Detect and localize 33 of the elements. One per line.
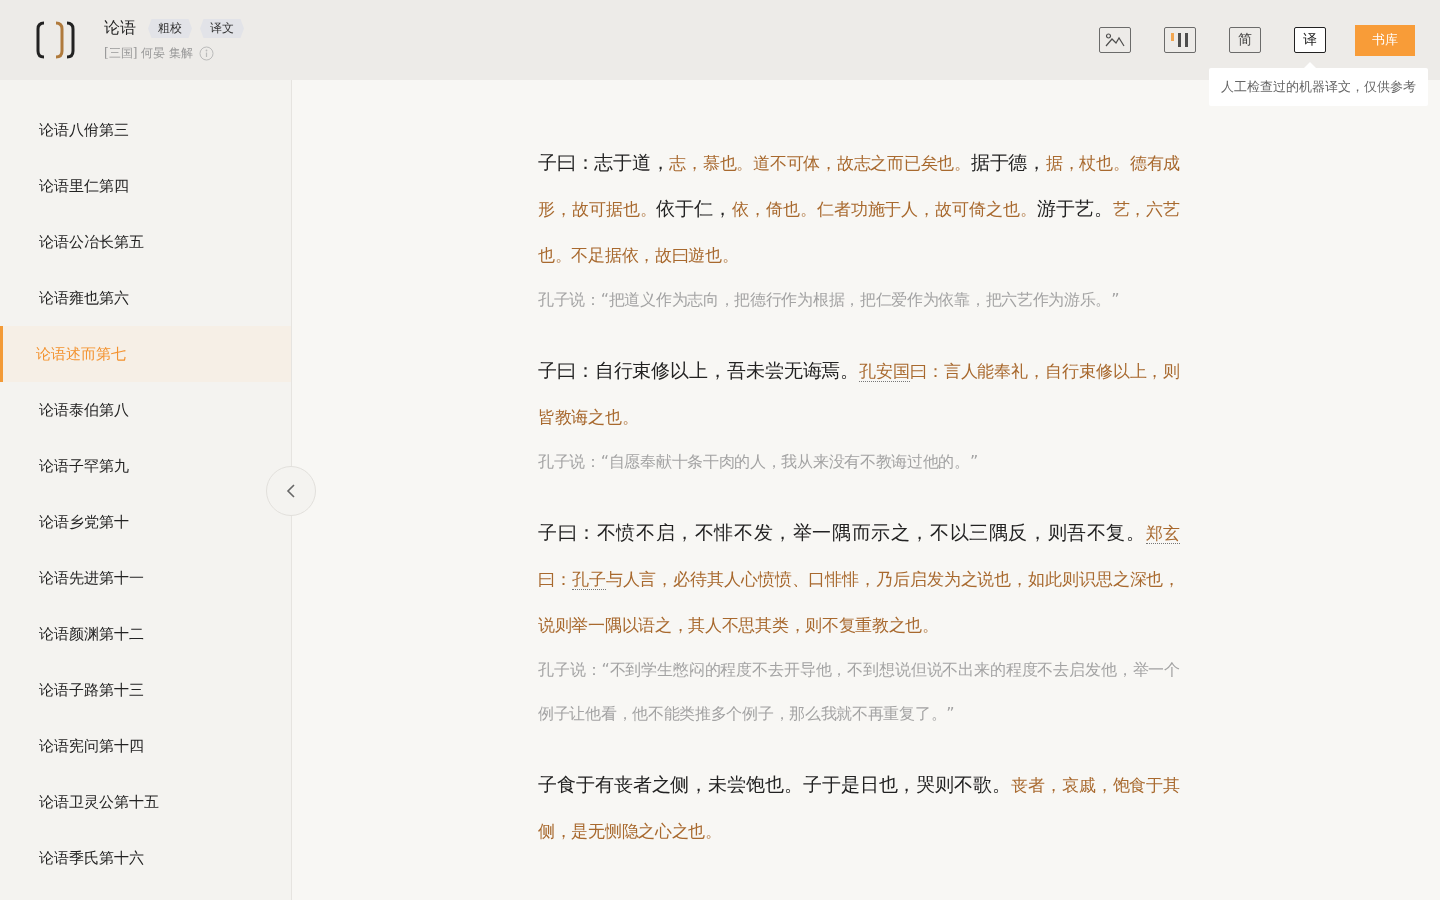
passage-text: 子曰：志于道，志，慕也。道不可体，故志之而已矣也。据于德，据，杖也。德有成形，故可据也。依于仁，依，倚也。仁者功施于人，故可倚之也。游于艺。艺，六艺也。不足据依，故曰遊也。 [538,150,1180,267]
passage-text: 子曰：不愤不启，不悱不发，举一隅而示之，不以三隅反，则吾不复。郑玄 曰：孔子与人言，必待其人心愤愤、口悱悱，乃后启发为之说也，如此则识思之深也，说则举一隅以语之，其人不思其类，则不复重教之也。 [538,520,1180,637]
chapter-item[interactable]: 论语雍也第六 [0,270,269,326]
chevron-left-icon [286,483,296,499]
chapter-item[interactable]: 论语公冶长第五 [0,214,269,270]
tag-label: 粗校 [148,19,192,38]
chapter-item[interactable]: 论语宪问第十四 [0,718,269,774]
chapter-item[interactable]: 论语里仁第四 [0,158,269,214]
text-toggle[interactable]: 简 [1229,27,1261,53]
translation-text: 孔子说：“自愿奉献十条干肉的人，我从来没有不教诲过他的。” [538,451,979,473]
tooltip: 人工检查过的机器译文，仅供参考 [1209,68,1428,106]
columns-icon [1169,32,1191,48]
chapter-item[interactable]: 论语季氏第十六 [0,830,269,886]
passage-text: 子曰：自行束修以上，吾未尝无诲焉。孔安国曰：言人能奉礼，自行束修以上，则皆教诲之也。 [538,358,1180,429]
chapter-item[interactable]: 论语颜渊第十二 [0,606,269,662]
translation-text: 孔子说：“不到学生憋闷的程度不去开导他，不到想说但说不出来的程度不去启发他，举一个例子让他看，他不能类推多个例子，那么我就不再重复了。” [538,659,1180,725]
book-title: 论语 [104,18,136,39]
logo-icon [36,21,76,59]
chapter-item[interactable]: 论语八佾第三 [0,102,269,158]
author-line: [三国] 何晏 集解 [104,45,193,62]
chapter-item[interactable]: 论语子路第十三 [0,662,269,718]
chapter-item[interactable]: 论语乡党第十 [0,494,269,550]
tag-label: 译文 [200,19,244,38]
image-icon [1105,33,1125,47]
chapter-item[interactable]: 论语先进第十一 [0,550,269,606]
layout-toggle[interactable] [1164,27,1196,53]
text-toggle[interactable]: 译 [1294,27,1326,53]
chapter-item[interactable]: 论语子罕第九 [0,438,269,494]
chapter-item[interactable]: 论语卫灵公第十五 [0,774,269,830]
chapter-item[interactable]: 论语泰伯第八 [0,382,269,438]
image-toggle[interactable] [1099,27,1131,53]
translation-text: 孔子说：“把道义作为志向，把德行作为根据，把仁爱作为依靠，把六艺作为游乐。” [538,289,1121,311]
passage-text: 子食于有丧者之侧，未尝饱也。子于是日也，哭则不歌。丧者，哀戚，饱食于其侧，是无恻隐之心之也。 [538,772,1180,843]
